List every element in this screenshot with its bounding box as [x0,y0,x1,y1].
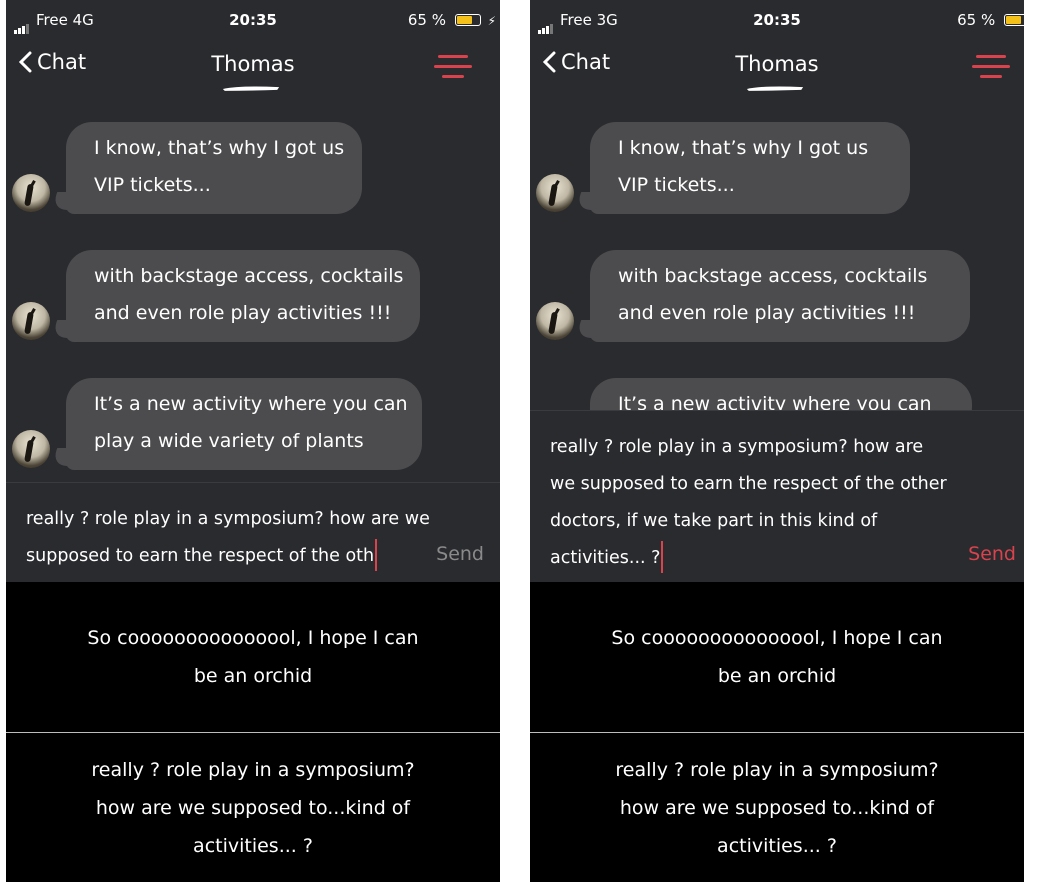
battery-indicator: 65 % [957,11,1024,29]
avatar[interactable] [12,430,50,468]
message-bubble[interactable]: I know, that’s why I got us VIP tickets.… [66,122,362,214]
conversation-title: Thomas [211,52,295,76]
battery-percent: 65 % [957,11,996,29]
message-bubble[interactable]: with backstage access, cocktails and eve… [590,250,970,342]
avatar[interactable] [536,302,574,340]
conversation-title: Thomas [735,52,819,76]
suggestion-option[interactable]: really ? role play in a symposium? how a… [530,733,1024,882]
suggestion-text: really ? role play in a symposium? how a… [615,759,939,857]
chat-screen-left: Free 4G 20:35 65 % ⚡ Chat Thomas I know,… [6,0,500,882]
charging-bolt-icon: ⚡ [487,14,496,28]
message-input[interactable]: really ? role play in a symposium? how a… [550,429,950,577]
message-input-text: really ? role play in a symposium? how a… [26,509,430,566]
suggestion-text: really ? role play in a symposium? how a… [91,759,415,857]
avatar[interactable] [12,302,50,340]
avatar[interactable] [536,174,574,212]
message-line: VIP tickets... [94,174,211,196]
battery-indicator: 65 % ⚡ [408,11,496,29]
suggestion-text: So cooooooooooooool, I hope I can be an … [87,627,419,687]
message-bubble[interactable]: It’s a new activity where you can play a… [66,378,422,470]
avatar[interactable] [12,174,50,212]
suggestion-option[interactable]: So cooooooooooooool, I hope I can be an … [530,582,1024,732]
message-line: with backstage access, cocktails [94,265,404,287]
message-line: play a wide variety of plants [94,430,364,452]
menu-icon[interactable] [972,54,1010,80]
nav-bar: Chat Thomas [530,48,1024,98]
chat-screen-right: Free 3G 20:35 65 % Chat Thomas I know, t… [530,0,1024,882]
message-line: with backstage access, cocktails [618,265,928,287]
message-line: and even role play activities !!! [94,302,392,324]
suggestion-text: So cooooooooooooool, I hope I can be an … [611,627,943,687]
message-input[interactable]: really ? role play in a symposium? how a… [26,501,436,575]
suggestion-option[interactable]: So cooooooooooooool, I hope I can be an … [6,582,500,732]
suggestion-option[interactable]: really ? role play in a symposium? how a… [6,733,500,882]
status-time: 20:35 [753,11,801,29]
message-bubble[interactable]: I know, that’s why I got us VIP tickets.… [590,122,910,214]
battery-icon [1004,14,1024,26]
message-line: and even role play activities !!! [618,302,916,324]
battery-icon [454,14,481,26]
message-line: It’s a new activity where you can [94,393,408,415]
message-line: I know, that’s why I got us [618,137,869,159]
send-button[interactable]: Send [968,543,1016,565]
compose-area[interactable]: really ? role play in a symposium? how a… [6,482,500,583]
send-button[interactable]: Send [436,543,484,565]
message-line: I know, that’s why I got us [94,137,345,159]
compose-area[interactable]: really ? role play in a symposium? how a… [530,410,1024,583]
nav-bar: Chat Thomas [6,48,500,98]
battery-percent: 65 % [407,11,446,29]
brush-underline-icon [746,86,804,91]
status-bar: Free 3G 20:35 65 % [530,0,1024,40]
brush-underline-icon [222,86,280,91]
text-caret [375,539,378,571]
status-bar: Free 4G 20:35 65 % ⚡ [6,0,500,40]
message-bubble[interactable]: with backstage access, cocktails and eve… [66,250,420,342]
message-line: VIP tickets... [618,174,735,196]
menu-icon[interactable] [434,54,472,80]
message-input-text: really ? role play in a symposium? how a… [550,437,947,568]
text-caret [661,541,664,573]
